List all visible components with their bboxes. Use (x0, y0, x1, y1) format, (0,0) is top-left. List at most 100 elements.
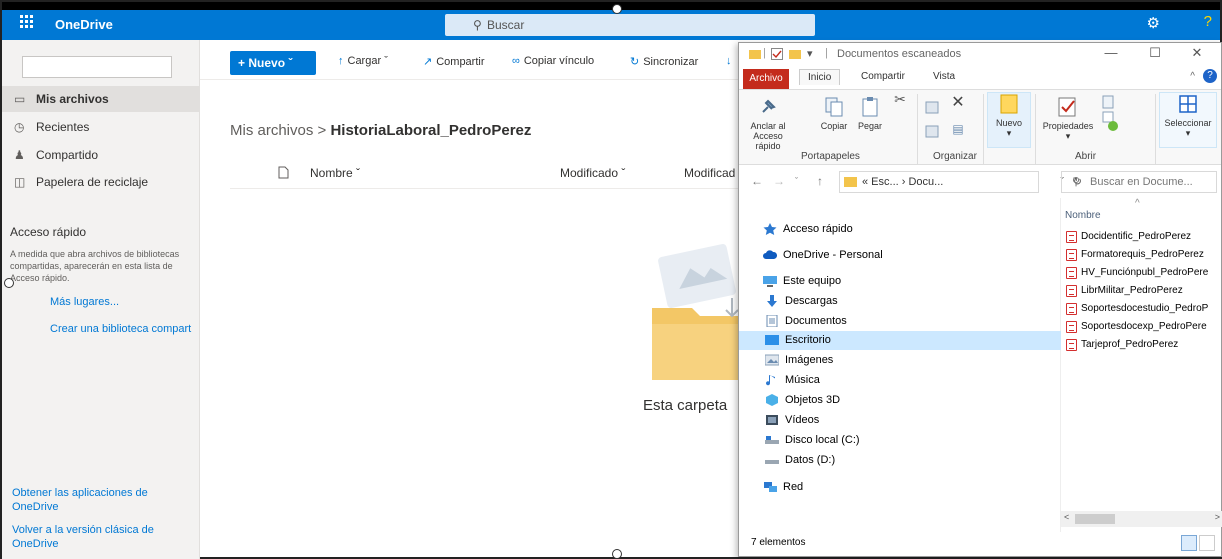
get-apps-link[interactable]: Obtener las aplicaciones de OneDrive (12, 486, 192, 514)
tree-item-videos[interactable]: Vídeos (739, 411, 1061, 430)
recent-locations-icon[interactable]: ˇ (795, 176, 798, 186)
classic-view-link[interactable]: Volver a la versión clásica de OneDrive (12, 523, 192, 551)
tree-item-label: Acceso rápido (783, 223, 853, 235)
tree-item-label: Descargas (785, 295, 838, 307)
explorer-search-input[interactable]: ⚲ Buscar en Docume... (1061, 171, 1217, 193)
tree-item-onedrive[interactable]: OneDrive - Personal (739, 246, 1061, 265)
tree-item-documents[interactable]: Documentos (739, 312, 1061, 331)
horizontal-scrollbar[interactable]: < > (1061, 511, 1222, 527)
address-bar[interactable]: « Esc... › Docu... ˇ ↻ (839, 171, 1082, 193)
tree-item-data-d[interactable]: Datos (D:) (739, 451, 1061, 470)
tree-item-desktop[interactable]: Escritorio (739, 331, 1061, 350)
tab-home[interactable]: Inicio (799, 69, 841, 85)
download-button[interactable]: ↓ (726, 55, 736, 67)
column-header-name[interactable]: Nombre (1065, 210, 1101, 221)
up-arrow-icon[interactable]: ↑ (817, 174, 823, 188)
minimize-icon[interactable]: — (1091, 45, 1131, 60)
new-folder-button[interactable]: Nuevo ▾ (987, 92, 1031, 148)
new-button[interactable]: + Nuevo ˇ (230, 51, 316, 75)
scroll-left-icon[interactable]: < (1064, 512, 1069, 522)
select-button[interactable]: Seleccionar ▾ (1159, 92, 1217, 148)
scroll-right-icon[interactable]: > (1215, 512, 1220, 522)
large-icons-view-icon[interactable] (1199, 535, 1215, 551)
file-item[interactable]: Docidentific_PedroPerez (1065, 228, 1222, 246)
maximize-icon[interactable]: ☐ (1135, 45, 1175, 61)
nav-item-shared[interactable]: ♟ Compartido (2, 142, 200, 168)
column-header-modified[interactable]: Modificado ˇ (560, 166, 625, 180)
tab-file[interactable]: Archivo (743, 69, 789, 89)
upload-button[interactable]: ↑ Cargar ˇ (338, 55, 388, 67)
file-item[interactable]: Tarjeprof_PedroPerez (1065, 336, 1222, 354)
properties-check-icon[interactable] (771, 48, 783, 60)
rename-button[interactable]: ▤ (947, 123, 969, 135)
app-brand[interactable]: OneDrive (55, 17, 113, 32)
nav-item-recent[interactable]: ◷ Recientes (2, 114, 200, 140)
open-button[interactable] (1099, 94, 1121, 136)
copy-link-label: Copiar vínculo (523, 55, 595, 67)
paste-button[interactable]: Pegar (853, 96, 887, 131)
more-places-link[interactable]: Más lugares... (50, 296, 119, 308)
scrollbar-thumb[interactable] (1075, 514, 1115, 524)
tree-item-label: Datos (D:) (785, 454, 836, 466)
tree-item-label: Este equipo (783, 275, 842, 287)
back-arrow-icon[interactable]: ← (751, 174, 763, 188)
share-button[interactable]: ↗ Compartir (423, 55, 485, 68)
tree-item-downloads[interactable]: Descargas (739, 292, 1061, 311)
new-button-label: Nuevo (248, 56, 286, 70)
settings-gear-icon[interactable]: ⚙ (1147, 14, 1160, 32)
file-item[interactable]: LibrMilitar_PedroPerez (1065, 282, 1222, 300)
nav-search-box[interactable] (22, 56, 172, 78)
file-item[interactable]: Soportesdocexp_PedroPere (1065, 318, 1222, 336)
column-header-name[interactable]: Nombre ˇ (310, 166, 360, 180)
properties-button[interactable]: Propiedades ▾ (1039, 96, 1097, 141)
pdf-file-icon (1066, 231, 1077, 243)
close-icon[interactable]: ✕ (1177, 45, 1217, 61)
pin-quick-access-button[interactable]: Anclar al Acceso rápido (743, 96, 793, 151)
resize-handle[interactable] (612, 549, 622, 559)
search-input[interactable]: ⚲ Buscar (445, 14, 815, 36)
copy-button[interactable]: Copiar (817, 96, 851, 131)
music-icon (766, 375, 775, 386)
ribbon-separator (983, 94, 984, 164)
ribbon-tabs: Archivo Inicio Compartir Vista ^ ? (739, 67, 1221, 89)
tree-item-this-pc[interactable]: Este equipo (739, 272, 1061, 291)
breadcrumb-root[interactable]: Mis archivos (230, 122, 313, 139)
copy-link-button[interactable]: ∞ Copiar vínculo (512, 55, 594, 67)
tree-item-label: Objetos 3D (785, 394, 841, 406)
new-folder-icon[interactable] (789, 48, 801, 60)
column-header-modified-by[interactable]: Modificad (684, 166, 735, 180)
tree-item-network[interactable]: Red (739, 478, 1061, 497)
ribbon-group-label: Abrir (1075, 151, 1097, 162)
nav-item-recycle-bin[interactable]: ◫ Papelera de reciclaje (2, 169, 200, 195)
chevron-up-icon[interactable]: ^ (1190, 71, 1195, 82)
tree-item-3d-objects[interactable]: Objetos 3D (739, 391, 1061, 410)
tab-share[interactable]: Compartir (861, 71, 905, 82)
create-library-link[interactable]: Crear una biblioteca compart (50, 323, 191, 335)
resize-handle[interactable] (612, 4, 622, 14)
file-name: HV_Funciónpubl_PedroPere (1081, 267, 1209, 278)
file-item[interactable]: Formatorequis_PedroPerez (1065, 246, 1222, 264)
tab-view[interactable]: Vista (933, 71, 955, 82)
details-view-icon[interactable] (1181, 535, 1197, 551)
tree-item-pictures[interactable]: Imágenes (739, 351, 1061, 370)
help-icon[interactable]: ? (1204, 13, 1212, 30)
delete-button[interactable]: ✕ (947, 95, 969, 111)
star-icon (763, 223, 777, 235)
sync-button[interactable]: ↻ Sincronizar (630, 55, 698, 68)
resize-handle[interactable] (4, 278, 14, 288)
app-launcher-icon[interactable] (16, 14, 38, 36)
customize-dropdown-icon[interactable]: ▾ (807, 47, 813, 60)
cut-button[interactable]: ✂ (889, 92, 911, 106)
nav-item-label: Recientes (36, 120, 90, 134)
tree-item-music[interactable]: Música (739, 371, 1061, 390)
file-item[interactable]: Soportesdocestudio_PedroP (1065, 300, 1222, 318)
nav-item-my-files[interactable]: ▭ Mis archivos (2, 86, 200, 112)
tree-item-quick-access[interactable]: Acceso rápido (739, 220, 1061, 239)
chevron-down-icon: ˇ (621, 166, 626, 180)
file-item[interactable]: HV_Funciónpubl_PedroPere (1065, 264, 1222, 282)
forward-arrow-icon[interactable]: → (773, 174, 785, 188)
move-to-button[interactable] (923, 100, 945, 118)
help-icon[interactable]: ? (1203, 69, 1217, 83)
tree-item-local-disk-c[interactable]: Disco local (C:) (739, 431, 1061, 450)
copy-to-button[interactable] (923, 124, 945, 142)
